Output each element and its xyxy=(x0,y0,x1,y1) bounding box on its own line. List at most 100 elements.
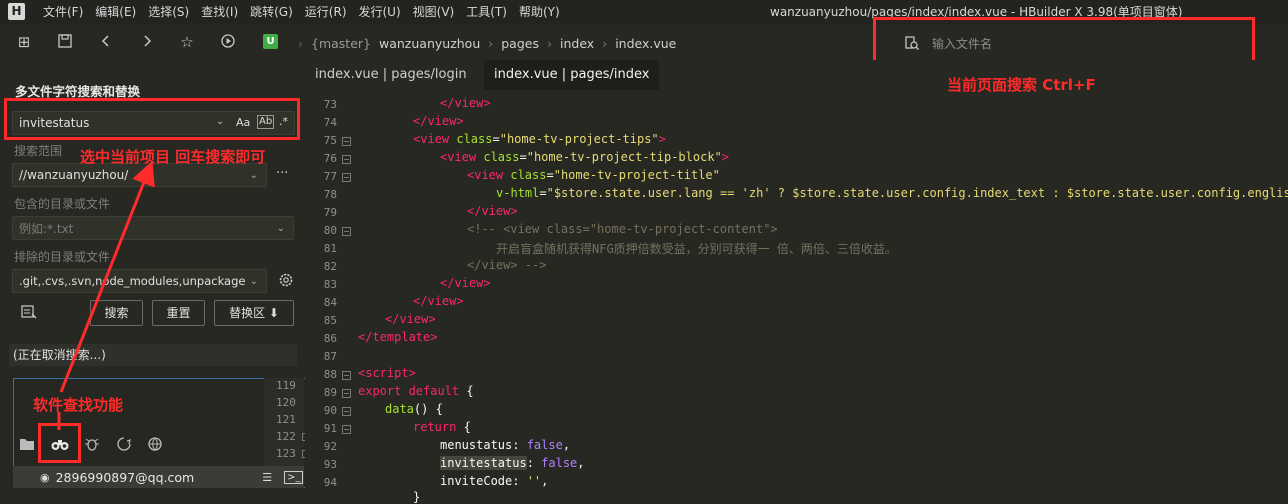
star-icon[interactable]: ☆ xyxy=(178,33,196,51)
line-number: 89 xyxy=(323,386,337,399)
code-line-82: </view> --> xyxy=(467,258,546,272)
new-file-icon[interactable]: ⊞ xyxy=(15,33,33,51)
fold-toggle-icon[interactable]: − xyxy=(342,407,351,416)
line-number: 84 xyxy=(323,296,337,309)
clear-results-icon[interactable] xyxy=(21,305,37,322)
menu-goto[interactable]: 跳转(G) xyxy=(244,0,299,24)
terminal-icon[interactable]: >_ xyxy=(284,470,304,484)
code-token: </view> xyxy=(413,114,464,128)
chevron-right-icon: › xyxy=(546,35,552,51)
menu-run[interactable]: 运行(R) xyxy=(299,0,353,24)
breadcrumb-pages[interactable]: pages xyxy=(501,36,539,51)
plugin-globe-icon[interactable] xyxy=(147,436,163,455)
fold-toggle-icon[interactable]: − xyxy=(342,227,351,236)
fold-toggle-icon[interactable]: − xyxy=(342,137,351,146)
mini-line-number: 122 xyxy=(276,430,296,443)
line-number: 77 xyxy=(323,170,337,183)
menu-file[interactable]: 文件(F) xyxy=(37,0,89,24)
exclude-input[interactable]: .git,.cvs,.svn,node_modules,unpackage ⌄ xyxy=(12,269,267,293)
breadcrumb-index[interactable]: index xyxy=(560,36,594,51)
more-options-icon[interactable]: ··· xyxy=(276,166,288,181)
code-token: } xyxy=(413,490,421,504)
code-token: </view> xyxy=(440,96,491,110)
scope-value: //wanzuanyuzhou/ xyxy=(19,168,129,182)
menu-view[interactable]: 视图(V) xyxy=(407,0,461,24)
code-line-86: </template> xyxy=(358,330,437,344)
code-token: false xyxy=(526,438,563,452)
menu-select[interactable]: 选择(S) xyxy=(142,0,195,24)
back-icon[interactable] xyxy=(97,33,115,51)
vue-project-icon: U xyxy=(263,34,278,49)
forward-icon[interactable] xyxy=(138,33,156,51)
search-button[interactable]: 搜索 xyxy=(90,300,143,326)
fold-toggle-icon[interactable]: − xyxy=(342,425,351,434)
code-token: "$store.state.user.lang == 'zh' ? $store… xyxy=(546,186,1288,200)
tab-index-index[interactable]: index.vue | pages/index xyxy=(484,60,660,90)
hbuilder-logo-icon: H xyxy=(8,3,25,20)
reset-button[interactable]: 重置 xyxy=(152,300,205,326)
menu-find[interactable]: 查找(I) xyxy=(195,0,244,24)
settings-gear-icon[interactable] xyxy=(278,272,294,291)
menu-tools[interactable]: 工具(T) xyxy=(460,0,513,24)
mini-line-number: 119 xyxy=(276,379,296,392)
menu-list: 文件(F) 编辑(E) 选择(S) 查找(I) 跳转(G) 运行(R) 发行(U… xyxy=(37,0,566,24)
chevron-right-icon: › xyxy=(488,35,494,51)
menu-edit[interactable]: 编辑(E) xyxy=(89,0,142,24)
menu-help[interactable]: 帮助(Y) xyxy=(513,0,566,24)
line-number: 79 xyxy=(323,206,337,219)
line-number: 94 xyxy=(323,476,337,489)
list-icon[interactable]: ☰ xyxy=(262,471,272,484)
code-token: <view xyxy=(440,150,484,164)
user-email[interactable]: 2896990897@qq.com xyxy=(56,470,195,485)
tab-login-index[interactable]: index.vue | pages/login xyxy=(305,60,477,90)
code-token: class xyxy=(456,132,493,146)
fold-toggle-icon[interactable]: − xyxy=(342,389,351,398)
code-line-85: </view> xyxy=(385,312,436,326)
code-comment: 开启盲盒随机获得NFG质押倍数受益，分别可获得一 倍、两倍、三倍收益。 xyxy=(496,242,897,256)
code-token: '' xyxy=(526,474,542,488)
include-label: 包含的目录或文件 xyxy=(14,197,111,211)
line-number: 90 xyxy=(323,404,337,417)
branch-label: {master} xyxy=(311,35,371,51)
code-token: false xyxy=(541,456,578,470)
save-icon[interactable] xyxy=(56,33,74,51)
include-input[interactable]: 例如:*.txt ⌄ xyxy=(12,216,294,240)
fold-toggle-icon[interactable]: − xyxy=(342,173,351,182)
code-line-88: <script> xyxy=(358,366,416,380)
code-token: <script> xyxy=(358,366,416,380)
code-token: data xyxy=(385,402,414,416)
code-token: { xyxy=(456,420,471,434)
highlight-box-file-search xyxy=(873,17,1255,65)
fold-toggle-icon[interactable]: − xyxy=(342,155,351,164)
mini-line-number: 120 xyxy=(276,396,296,409)
debug-bug-icon[interactable] xyxy=(84,436,100,455)
source-control-icon[interactable] xyxy=(116,436,132,455)
code-line-89: export default { xyxy=(358,384,474,398)
line-number: 93 xyxy=(323,458,337,471)
menu-publish[interactable]: 发行(U) xyxy=(353,0,407,24)
line-number: 86 xyxy=(323,332,337,345)
code-token: </view> xyxy=(467,204,518,218)
code-line-95: } xyxy=(413,490,420,504)
breadcrumb-project[interactable]: wanzuanyuzhou xyxy=(379,36,480,51)
chevron-right-icon: › xyxy=(602,35,608,51)
run-icon[interactable] xyxy=(219,33,237,51)
code-line-78: v-html="$store.state.user.lang == 'zh' ?… xyxy=(496,186,1288,200)
line-number: 82 xyxy=(323,260,337,273)
code-token: "home-tv-project-title" xyxy=(553,168,720,182)
breadcrumb: › {master} wanzuanyuzhou › pages › index… xyxy=(298,34,676,52)
user-avatar-icon[interactable]: ◉ xyxy=(40,471,50,484)
code-line-80: <!-- <view class="home-tv-project-conten… xyxy=(467,222,778,236)
project-explorer-icon[interactable] xyxy=(19,437,35,454)
code-line-90: data() { xyxy=(385,402,443,416)
line-number: 78 xyxy=(323,188,337,201)
user-bar: ◉ 2896990897@qq.com ☰ >_ xyxy=(13,466,304,488)
fold-toggle-icon[interactable]: − xyxy=(342,371,351,380)
line-number: 75 xyxy=(323,134,337,147)
code-token: </view> xyxy=(385,312,436,326)
replace-panel-button[interactable]: 替换区 ⬇ xyxy=(214,300,294,326)
breadcrumb-file[interactable]: index.vue xyxy=(615,36,676,51)
line-number: 88 xyxy=(323,368,337,381)
line-number: 73 xyxy=(323,98,337,111)
chevron-down-icon: ⌄ xyxy=(249,169,258,181)
